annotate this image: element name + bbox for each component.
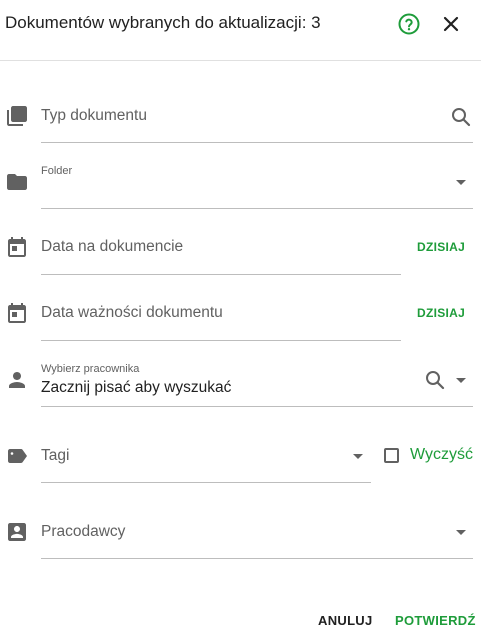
calendar-icon [5, 302, 29, 326]
badge-icon [5, 520, 29, 544]
cancel-button[interactable]: ANULUJ [318, 613, 373, 628]
folder-label: Folder [41, 165, 73, 177]
clear-tags-checkbox[interactable] [384, 448, 399, 463]
close-icon[interactable] [439, 12, 463, 36]
expiry-date-label: Data ważności dokumentu [41, 304, 223, 321]
employee-label: Wybierz pracownika [41, 363, 140, 375]
expiry-date-underline [41, 340, 401, 341]
employers-underline [41, 558, 473, 559]
expiry-date-today-button[interactable]: DZISIAJ [417, 306, 465, 320]
tags-label: Tagi [41, 447, 70, 464]
chevron-down-icon[interactable] [353, 454, 363, 459]
chevron-down-icon[interactable] [456, 378, 466, 383]
clear-tags-label[interactable]: Wyczyść [410, 446, 473, 464]
confirm-button[interactable]: POTWIERDŹ [395, 613, 476, 628]
tag-icon [5, 444, 29, 468]
doc-date-today-button[interactable]: DZISIAJ [417, 240, 465, 254]
help-icon[interactable] [397, 12, 421, 36]
chevron-down-icon[interactable] [456, 180, 466, 185]
folder-icon [5, 170, 29, 194]
doc-date-underline [41, 274, 401, 275]
employee-underline [41, 406, 473, 407]
file-icon [5, 104, 29, 128]
dialog-header: Dokumentów wybranych do aktualizacji: 3 [0, 0, 481, 61]
search-icon[interactable] [423, 368, 447, 392]
employers-label: Pracodawcy [41, 523, 126, 540]
calendar-icon [5, 236, 29, 260]
dialog-title: Dokumentów wybranych do aktualizacji: 3 [5, 13, 321, 32]
person-icon [5, 368, 29, 392]
folder-underline [41, 208, 473, 209]
chevron-down-icon[interactable] [456, 530, 466, 535]
search-icon[interactable] [449, 105, 473, 129]
doc-type-underline [41, 142, 473, 143]
employee-input[interactable]: Zacznij pisać aby wyszukać [41, 379, 231, 397]
doc-date-label: Data na dokumencie [41, 238, 184, 255]
tags-underline [41, 482, 371, 483]
doc-type-label: Typ dokumentu [41, 107, 147, 124]
